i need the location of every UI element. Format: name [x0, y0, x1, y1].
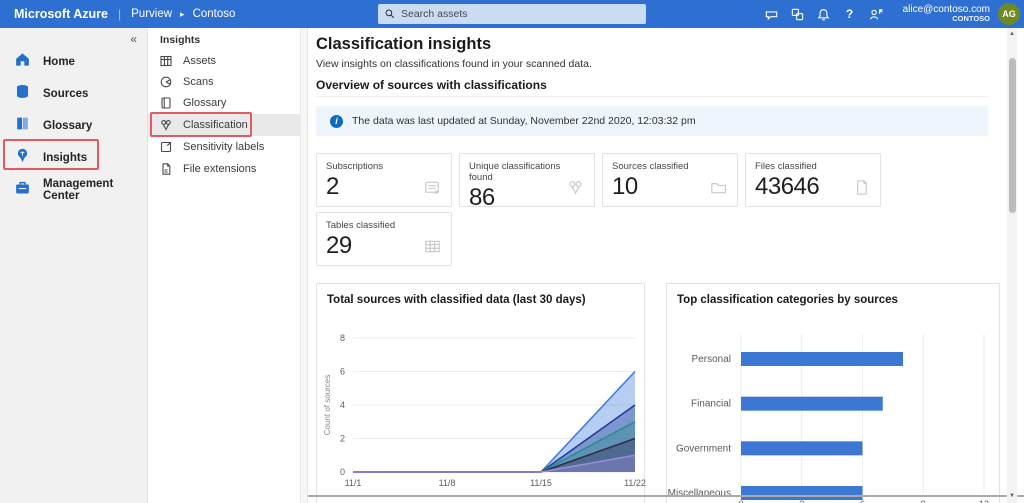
svg-text:4: 4	[340, 400, 345, 410]
stat-card-subscriptions: Subscriptions 2	[316, 153, 452, 207]
database-icon	[14, 83, 31, 105]
svg-text:12: 12	[979, 499, 989, 503]
announcement-icon[interactable]	[759, 3, 785, 25]
insights-item-scans[interactable]: Scans	[148, 71, 300, 93]
bar-chart-title: Top classification categories by sources	[677, 294, 898, 306]
scroll-up-icon[interactable]: ▲	[1007, 31, 1017, 37]
svg-text:Financial: Financial	[691, 399, 731, 410]
file-icon	[852, 178, 871, 197]
sidebar-collapse-icon[interactable]: «	[130, 32, 137, 46]
vertical-scrollbar[interactable]: ▲ ▼	[1007, 28, 1017, 503]
stat-card-files-classified: Files classified 43646	[745, 153, 881, 207]
sidebar-item-glossary[interactable]: Glossary	[0, 111, 148, 141]
svg-text:Personal: Personal	[692, 354, 731, 365]
stat-card-unique-classifications: Unique classifications found 86	[459, 153, 595, 211]
breadcrumb-org[interactable]: Contoso	[193, 8, 236, 20]
section-heading: Overview of sources with classifications	[316, 78, 547, 92]
sidebar-item-home[interactable]: Home	[0, 47, 148, 77]
svg-text:11/22: 11/22	[624, 478, 646, 488]
topbar-actions: ? alice@contoso.com CONTOSO AG	[759, 0, 1024, 28]
main-content: Classification insights View insights on…	[308, 28, 1007, 503]
notifications-icon[interactable]	[811, 3, 837, 25]
note-icon	[423, 178, 442, 197]
svg-text:8: 8	[340, 333, 345, 343]
sources-area-chart-card: Total sources with classified data (last…	[316, 283, 646, 503]
page-title: Classification insights	[316, 35, 492, 53]
svg-text:0: 0	[340, 467, 345, 477]
classification-icon	[161, 120, 171, 131]
help-icon[interactable]: ?	[837, 3, 863, 25]
home-icon	[14, 51, 31, 73]
search-icon	[384, 8, 396, 20]
top-bar: Microsoft Azure | Purview ▸ Contoso ?	[0, 0, 1024, 28]
svg-text:Government: Government	[676, 443, 731, 454]
primary-sidebar: « Home Sources Glossary Insights Managem…	[0, 28, 148, 503]
svg-text:6: 6	[340, 367, 345, 377]
insights-balloon-icon	[14, 147, 31, 169]
sidebar-item-insights[interactable]: Insights	[0, 143, 148, 173]
breadcrumb-product[interactable]: Purview	[131, 8, 172, 20]
directory-switch-icon[interactable]	[785, 3, 811, 25]
insights-item-sensitivity-labels[interactable]: Sensitivity labels	[148, 136, 300, 158]
user-tenant: CONTOSO	[952, 14, 990, 24]
feedback-icon[interactable]	[863, 3, 889, 25]
insights-sidebar: Insights Assets Scans Glossary Classific…	[148, 28, 300, 503]
menu-scrollbar-track[interactable]	[300, 28, 308, 503]
briefcase-icon	[14, 179, 31, 201]
search-input[interactable]	[401, 8, 640, 20]
categories-bar-chart: 036912PersonalFinancialGovernmentMiscell…	[668, 334, 989, 503]
assets-grid-icon	[160, 55, 172, 67]
svg-text:Miscellaneous: Miscellaneous	[668, 488, 731, 499]
azure-brand[interactable]: Microsoft Azure	[14, 7, 108, 21]
categories-bar-chart-card: Top classification categories by sources…	[666, 283, 1000, 503]
info-icon: i	[330, 114, 343, 128]
insights-item-file-extensions[interactable]: File extensions	[148, 158, 300, 180]
insights-item-classification[interactable]: Classification	[148, 114, 300, 136]
svg-text:2: 2	[340, 434, 345, 444]
book-icon	[14, 115, 31, 137]
table-icon	[423, 237, 442, 256]
file-extensions-icon	[162, 163, 171, 175]
svg-text:Count of sources: Count of sources	[323, 375, 332, 435]
sources-area-chart: 0 2 4 6 8 11/1 11/8 11/15 11/22 Count of sources	[323, 333, 646, 488]
breadcrumb: Microsoft Azure | Purview ▸ Contoso	[14, 7, 235, 21]
svg-text:11/1: 11/1	[345, 478, 362, 488]
svg-text:11/15: 11/15	[530, 478, 552, 488]
folder-icon	[709, 178, 728, 197]
section-divider	[316, 96, 988, 97]
page-subtitle: View insights on classifications found i…	[316, 58, 592, 70]
sensitivity-labels-icon	[160, 141, 172, 153]
insights-sidebar-header: Insights	[160, 34, 201, 46]
scrollbar-thumb[interactable]	[1008, 58, 1016, 213]
classification-icon	[566, 178, 585, 197]
stat-card-tables-classified: Tables classified 29	[316, 212, 452, 266]
scans-icon	[160, 76, 172, 88]
area-chart-title: Total sources with classified data (last…	[327, 294, 586, 306]
sidebar-item-sources[interactable]: Sources	[0, 79, 148, 109]
insights-item-glossary[interactable]: Glossary	[148, 92, 300, 114]
brand-divider: |	[118, 7, 122, 21]
sidebar-item-management-center[interactable]: Management Center	[0, 175, 148, 205]
last-updated-text: The data was last updated at Sunday, Nov…	[352, 115, 696, 127]
insights-item-assets[interactable]: Assets	[148, 50, 300, 72]
purview-window: Microsoft Azure | Purview ▸ Contoso ?	[0, 0, 1024, 503]
svg-text:11/8: 11/8	[439, 478, 456, 488]
scroll-down-icon[interactable]: ▼	[1007, 493, 1017, 499]
last-updated-banner: i The data was last updated at Sunday, N…	[316, 106, 988, 136]
stat-card-sources-classified: Sources classified 10	[602, 153, 738, 207]
search-box[interactable]	[378, 4, 646, 24]
account-info[interactable]: alice@contoso.com CONTOSO	[903, 4, 990, 24]
breadcrumb-chevron-icon: ▸	[180, 8, 185, 19]
avatar[interactable]: AG	[998, 3, 1020, 25]
svg-text:9: 9	[921, 499, 926, 503]
glossary-book-icon	[161, 97, 171, 109]
